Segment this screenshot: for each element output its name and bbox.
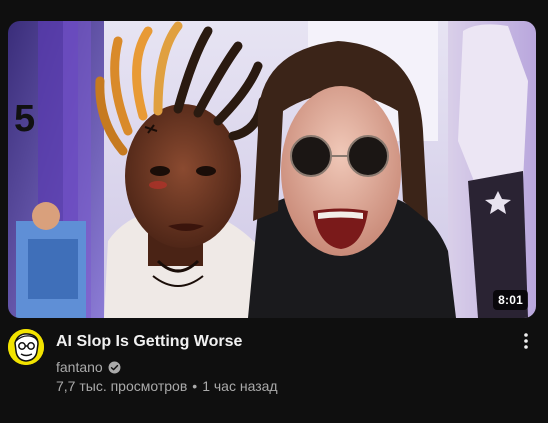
upload-age: 1 час назад: [202, 378, 278, 394]
channel-avatar[interactable]: [8, 329, 44, 365]
channel-link[interactable]: fantano: [56, 358, 121, 376]
video-duration-badge: 8:01: [493, 290, 528, 310]
thumbnail-image: 5: [8, 21, 536, 318]
view-count: 7,7 тыс. просмотров: [56, 378, 188, 394]
channel-name: fantano: [56, 359, 103, 375]
more-actions-button[interactable]: [514, 329, 538, 353]
video-thumbnail[interactable]: 5 8:01: [8, 21, 536, 318]
stats-separator: •: [192, 378, 198, 394]
video-details: AI Slop Is Getting Worse fantano 7,7 тыс…: [8, 329, 536, 399]
channel-avatar-icon: [8, 329, 44, 365]
video-card: 5 8:01 AI Slop Is Getting Worse fantano …: [0, 0, 548, 423]
verified-check-icon: [108, 361, 121, 373]
video-stats: 7,7 тыс. просмотров • 1 час назад: [56, 377, 278, 395]
video-title[interactable]: AI Slop Is Getting Worse: [56, 332, 242, 352]
svg-text:5: 5: [14, 98, 35, 140]
more-vert-icon: [524, 333, 528, 349]
